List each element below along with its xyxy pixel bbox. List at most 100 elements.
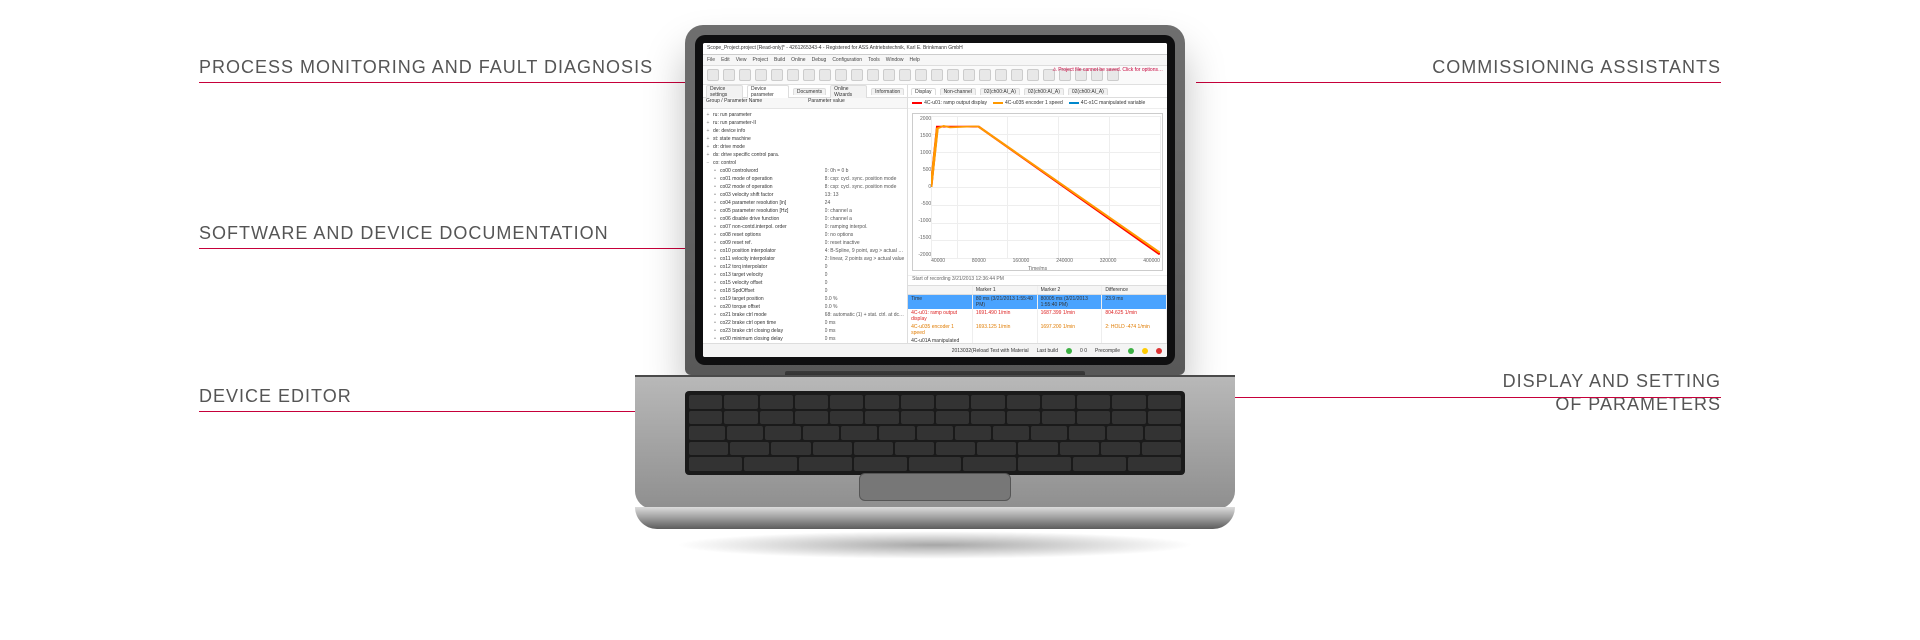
left-tab[interactable]: Online Wizards (830, 85, 867, 98)
toolbar-button[interactable] (963, 69, 975, 81)
left-panel-tabs[interactable]: Device settings Device parameter Documents… (703, 85, 907, 98)
toolbar-button[interactable] (707, 69, 719, 81)
menu-item[interactable]: Help (910, 57, 920, 63)
toolbar-button[interactable] (1027, 69, 1039, 81)
x-axis-label: Time/ms (1028, 266, 1047, 272)
parameter-row[interactable]: −co: control (705, 159, 905, 167)
toolbar-button[interactable] (739, 69, 751, 81)
menu-bar[interactable]: File Edit View Project Build Online Debug Confi… (703, 55, 1167, 66)
parameter-row[interactable]: •co12 torq interpolator0 (705, 263, 905, 271)
toolbar-button[interactable] (979, 69, 991, 81)
menu-item[interactable]: Tools (868, 57, 880, 63)
menu-item[interactable]: Project (752, 57, 768, 63)
parameter-row[interactable]: •co23 brake ctrl closing delay0 ms (705, 327, 905, 335)
laptop-front-edge (635, 507, 1235, 529)
menu-item[interactable]: Window (886, 57, 904, 63)
parameter-row[interactable]: +de: device info (705, 127, 905, 135)
laptop: Scope_Project.project [Read-only]* - 426… (685, 25, 1235, 555)
leader-line (199, 82, 729, 83)
toolbar-button[interactable] (771, 69, 783, 81)
parameter-row[interactable]: +st: state machine (705, 135, 905, 143)
legend-item: 4C-u035 encoder 1 speed (993, 100, 1063, 106)
parameter-row[interactable]: +ds: drive specific control para. (705, 151, 905, 159)
menu-item[interactable]: Edit (721, 57, 730, 63)
toolbar-button[interactable] (723, 69, 735, 81)
status-last-build-value: 0 0 (1080, 348, 1087, 354)
scope-tab[interactable]: Non-channel (940, 88, 976, 95)
toolbar-button[interactable] (835, 69, 847, 81)
parameter-row[interactable]: •co01 mode of operation8: csp: cycl. syn… (705, 175, 905, 183)
menu-item[interactable]: View (736, 57, 747, 63)
parameter-row[interactable]: •ec00 minimum closing delay0 ms (705, 335, 905, 343)
toolbar-button[interactable] (819, 69, 831, 81)
software-window: Scope_Project.project [Read-only]* - 426… (703, 43, 1167, 357)
toolbar-button[interactable] (867, 69, 879, 81)
parameter-row[interactable]: •co03 velocity shift factor13: 13 (705, 191, 905, 199)
parameter-row[interactable]: •co02 mode of operation8: csp: cycl. syn… (705, 183, 905, 191)
scope-panel: Display Non-channel 02(ch00:AI_A) 02(ch00:A… (908, 85, 1167, 351)
leader-line (1201, 397, 1721, 398)
status-bar: 2013032(Reload Test with Material Last b… (703, 343, 1167, 357)
column-value: Parameter value (805, 98, 907, 108)
parameter-row[interactable]: •co10 position interpolator4: B-Spline, … (705, 247, 905, 255)
parameter-row[interactable]: •co19 target position0.0 % (705, 295, 905, 303)
laptop-deck (635, 375, 1235, 555)
parameter-row[interactable]: •co06 disable drive function0: channel a (705, 215, 905, 223)
toolbar-button[interactable] (883, 69, 895, 81)
toolbar-button[interactable] (851, 69, 863, 81)
parameter-row[interactable]: •co05 parameter resolution [Hz]0: channe… (705, 207, 905, 215)
parameter-row[interactable]: •co00 controlword0: 0h = 0 b (705, 167, 905, 175)
label-display-setting-line1: DISPLAY AND SETTING (1503, 371, 1721, 391)
menu-item[interactable]: Build (774, 57, 785, 63)
menu-item[interactable]: Debug (812, 57, 827, 63)
laptop-screen: Scope_Project.project [Read-only]* - 426… (703, 43, 1167, 357)
toolbar-button[interactable] (915, 69, 927, 81)
table-row: 4C-u035 encoder 1 speed1693.125 1/min169… (908, 323, 1167, 337)
scope-tab[interactable]: 02(ch00:AI_A) (1024, 88, 1064, 95)
save-warning[interactable]: ⚠ Project file cannot be saved. Click fo… (1052, 67, 1163, 73)
parameter-row[interactable]: •co04 parameter resolution [in]24 (705, 199, 905, 207)
parameter-row[interactable]: •co11 velocity interpolator2: linear, 2 … (705, 255, 905, 263)
laptop-lid: Scope_Project.project [Read-only]* - 426… (685, 25, 1185, 375)
parameter-row[interactable]: •co18 SpdOffset0 (705, 287, 905, 295)
toolbar-button[interactable] (1011, 69, 1023, 81)
parameter-row[interactable]: •co09 reset ref.0: reset inactive (705, 239, 905, 247)
chart-legend: 4C-u01: ramp output display4C-u035 encod… (908, 98, 1167, 109)
toolbar-button[interactable] (787, 69, 799, 81)
scope-tabs[interactable]: Display Non-channel 02(ch00:AI_A) 02(ch00:A… (908, 85, 1167, 98)
left-tab[interactable]: Device parameter (747, 85, 789, 98)
parameter-tree[interactable]: +ru: run parameter+ru: run parameter-II+… (703, 109, 907, 351)
parameter-row[interactable]: •co13 target velocity0 (705, 271, 905, 279)
left-tab[interactable]: Documents (793, 88, 826, 95)
parameter-row[interactable]: +dr: drive mode (705, 143, 905, 151)
legend-item: 4C-x1C manipulated variable (1069, 100, 1145, 106)
toolbar-button[interactable] (899, 69, 911, 81)
left-tab[interactable]: Device settings (706, 85, 743, 98)
y-axis: 2000150010005000-500-1000-1500-2000 (913, 116, 933, 258)
scope-tab[interactable]: 02(ch00:AI_A) (1068, 88, 1108, 95)
parameter-row[interactable]: •co07 non-contd.interpol. order0: rampin… (705, 223, 905, 231)
parameter-row[interactable]: •co08 reset options0: no options (705, 231, 905, 239)
toolbar-button[interactable] (947, 69, 959, 81)
parameter-row[interactable]: •co21 brake ctrl mode68: automatic (1) +… (705, 311, 905, 319)
chart-area[interactable]: 2000150010005000-500-1000-1500-2000 4000… (912, 113, 1163, 271)
parameter-row[interactable]: +ru: run parameter-II (705, 119, 905, 127)
toolbar-button[interactable] (803, 69, 815, 81)
parameter-row[interactable]: +ru: run parameter (705, 111, 905, 119)
toolbar-button[interactable] (755, 69, 767, 81)
menu-item[interactable]: File (707, 57, 715, 63)
laptop-trackpad (859, 473, 1011, 501)
label-software-doc: SOFTWARE AND DEVICE DOCUMENTATION (199, 222, 609, 245)
toolbar-button[interactable] (931, 69, 943, 81)
left-tab[interactable]: Information (871, 88, 904, 95)
scope-tab[interactable]: 02(ch00:AI_A) (980, 88, 1020, 95)
menu-item[interactable]: Configuration (832, 57, 862, 63)
scope-tab[interactable]: Display (911, 88, 935, 95)
menu-item[interactable]: Online (791, 57, 805, 63)
status-last-build-label: Last build (1037, 348, 1058, 354)
parameter-row[interactable]: •co20 torque offset0.0 % (705, 303, 905, 311)
toolbar-button[interactable] (995, 69, 1007, 81)
parameter-row[interactable]: •co22 brake ctrl open time0 ms (705, 319, 905, 327)
parameter-row[interactable]: •co15 velocity offset0 (705, 279, 905, 287)
status-ok-icon (1128, 348, 1134, 354)
